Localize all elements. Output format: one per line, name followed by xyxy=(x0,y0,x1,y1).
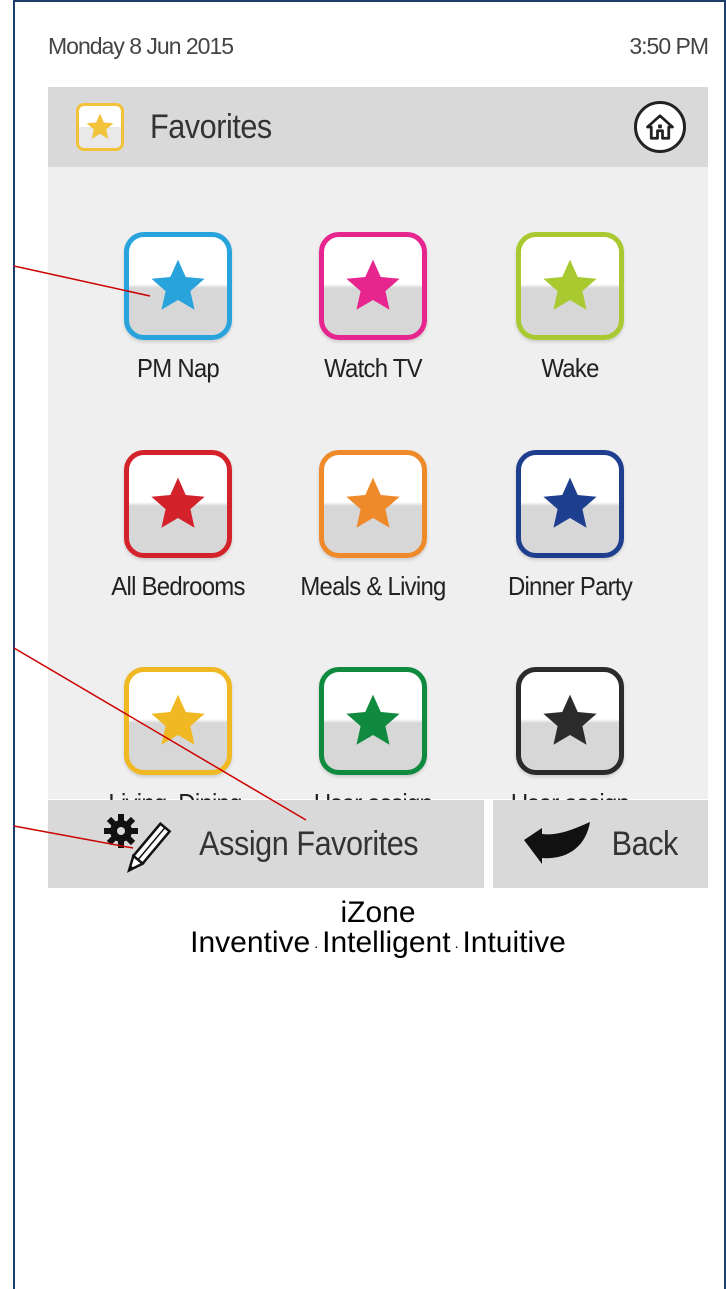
brand-name: iZone xyxy=(340,896,416,929)
star-icon xyxy=(543,259,597,310)
favorite-tile[interactable] xyxy=(319,667,427,775)
favorite-item[interactable]: Watch TV xyxy=(273,232,473,384)
favorite-item[interactable]: All Bedrooms xyxy=(78,450,278,602)
favorite-item[interactable]: Dinner Party xyxy=(470,450,670,602)
favorite-item[interactable]: User assign xyxy=(470,667,670,819)
star-icon xyxy=(151,477,205,528)
frame-left-border xyxy=(13,0,15,1289)
back-label: Back xyxy=(611,824,678,863)
status-date: Monday 8 Jun 2015 xyxy=(48,32,234,59)
favorites-grid: PM Nap Watch TV Wake All Bedrooms Meals & Li… xyxy=(48,167,708,850)
star-icon xyxy=(346,477,400,528)
star-icon xyxy=(346,259,400,310)
favorite-item[interactable]: PM Nap xyxy=(78,232,278,384)
star-icon xyxy=(151,259,205,310)
favorite-label: Wake xyxy=(541,353,599,383)
star-icon xyxy=(76,103,124,151)
favorite-label: PM Nap xyxy=(137,353,220,383)
brand-tagline: Inventive. Intelligent. Intuitive xyxy=(48,928,708,958)
favorite-label: All Bedrooms xyxy=(111,571,245,601)
tagline-intuitive: Intuitive xyxy=(462,926,566,959)
brand-footer: iZone Inventive. Intelligent. Intuitive xyxy=(48,898,708,958)
favorite-tile[interactable] xyxy=(319,232,427,340)
page-title: Favorites xyxy=(150,107,272,146)
tagline-separator: . xyxy=(454,935,459,951)
home-button[interactable] xyxy=(634,101,686,153)
star-icon xyxy=(543,694,597,745)
favorite-label: Watch TV xyxy=(324,353,423,383)
assign-favorites-label: Assign Favorites xyxy=(199,824,419,863)
favorite-tile[interactable] xyxy=(319,450,427,558)
home-icon xyxy=(646,114,674,140)
back-button[interactable]: Back xyxy=(493,800,708,888)
favorite-tile[interactable] xyxy=(124,232,232,340)
page-header: Favorites xyxy=(48,87,708,167)
favorite-tile[interactable] xyxy=(124,667,232,775)
star-icon xyxy=(543,477,597,528)
status-bar: Monday 8 Jun 2015 3:50 PM xyxy=(48,26,709,66)
gear-pencil-icon xyxy=(104,814,172,873)
star-icon xyxy=(346,694,400,745)
star-icon xyxy=(151,694,205,745)
favorite-tile[interactable] xyxy=(124,450,232,558)
favorite-tile[interactable] xyxy=(516,232,624,340)
favorite-item[interactable]: User assign xyxy=(273,667,473,819)
assign-favorites-button[interactable]: Assign Favorites xyxy=(48,800,484,888)
favorite-label: Meals & Living xyxy=(300,571,446,601)
favorite-item[interactable]: Wake xyxy=(470,232,670,384)
back-arrow-icon xyxy=(523,822,590,864)
tagline-inventive: Inventive xyxy=(190,926,311,959)
favorite-tile[interactable] xyxy=(516,667,624,775)
status-time: 3:50 PM xyxy=(629,32,709,59)
frame-top-border xyxy=(13,0,726,2)
favorite-label: Dinner Party xyxy=(507,571,633,601)
favorites-panel: PM Nap Watch TV Wake All Bedrooms Meals & Li… xyxy=(48,167,708,850)
favorite-item[interactable]: Meals & Living xyxy=(273,450,473,602)
tagline-intelligent: Intelligent xyxy=(322,926,451,959)
tagline-separator: . xyxy=(314,935,319,951)
favorite-tile[interactable] xyxy=(516,450,624,558)
